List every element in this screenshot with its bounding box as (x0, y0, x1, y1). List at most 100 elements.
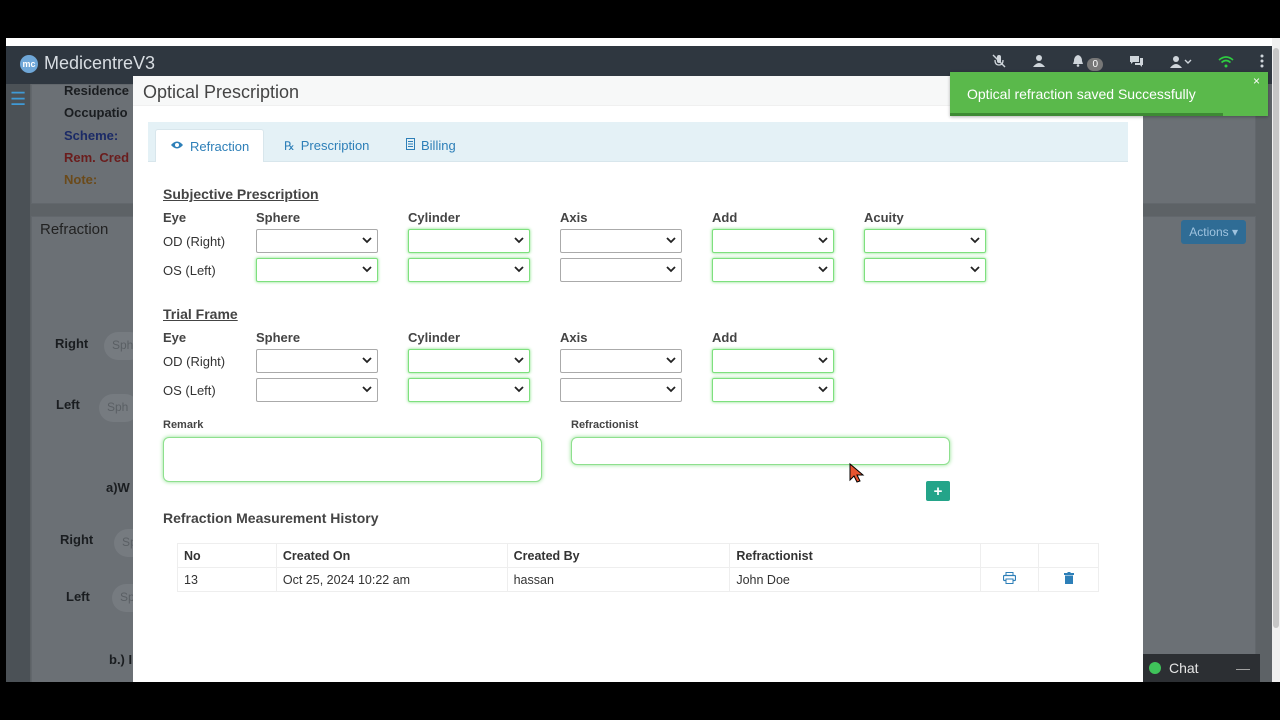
remark-label: Remark (163, 419, 204, 431)
col-refractionist: Refractionist (729, 543, 982, 568)
chevron-down-icon (514, 386, 524, 393)
more-vertical-icon[interactable] (1260, 54, 1264, 71)
cell-created-on: Oct 25, 2024 10:22 am (275, 567, 508, 592)
trash-icon[interactable] (1063, 572, 1074, 587)
chat-widget[interactable]: Chat — (1143, 654, 1260, 682)
document-icon (406, 138, 415, 153)
trial-frame-title: Trial Frame (163, 306, 238, 322)
subj-col-sphere: Sphere (256, 210, 301, 225)
header-icons: 0 (992, 54, 1264, 71)
tab-refraction[interactable]: Refraction (155, 129, 265, 162)
mute-mic-icon[interactable] (992, 54, 1006, 71)
print-cell (980, 567, 1040, 592)
chevron-down-icon (818, 386, 828, 393)
subj-od-axis-select[interactable] (560, 229, 682, 253)
chat-label: Chat (1169, 660, 1199, 676)
trial-os-sphere-select[interactable] (256, 378, 378, 402)
trial-od-sphere-select[interactable] (256, 349, 378, 373)
subj-os-cylinder-select[interactable] (408, 258, 530, 282)
cell-no: 13 (177, 567, 277, 592)
chat-bubbles-icon[interactable] (1129, 55, 1144, 71)
chevron-down-icon (666, 386, 676, 393)
trial-row-os: OS (Left) (163, 383, 216, 398)
eye-icon (170, 139, 184, 153)
remark-textarea[interactable] (163, 437, 542, 482)
subj-row-od: OD (Right) (163, 234, 226, 249)
brand[interactable]: mc MedicentreV3 (20, 53, 155, 74)
actions-button[interactable]: Actions ▾ (1181, 220, 1246, 244)
subj-od-add-select[interactable] (712, 229, 834, 253)
bg-note-label: Note: (64, 172, 98, 187)
tab-refraction-label: Refraction (190, 138, 250, 154)
chevron-down-icon (818, 357, 828, 364)
subj-col-cylinder: Cylinder (408, 210, 461, 225)
screen: mc MedicentreV3 0 ☰ Residence Occupatio … (0, 0, 1280, 720)
cell-created-by: hassan (506, 567, 731, 592)
trial-col-axis: Axis (560, 330, 588, 345)
rx-icon: ℞ (284, 138, 295, 153)
chevron-down-icon (514, 266, 524, 273)
subj-col-axis: Axis (560, 210, 588, 225)
subj-os-axis-select[interactable] (560, 258, 682, 282)
hamburger-menu-icon[interactable]: ☰ (10, 89, 26, 110)
page-scrollbar[interactable] (1272, 38, 1280, 682)
trial-od-add-select[interactable] (712, 349, 834, 373)
minimize-icon[interactable]: — (1236, 660, 1250, 676)
trial-os-cylinder-select[interactable] (408, 378, 530, 402)
bg-left-label-2: Left (66, 589, 90, 604)
bg-section-b: b.) I (109, 652, 133, 667)
trial-col-sphere: Sphere (256, 330, 301, 345)
history-header-row: No Created On Created By Refractionist (177, 543, 1099, 568)
bg-scheme-label: Scheme: (64, 128, 119, 143)
add-refraction-button[interactable]: + (926, 481, 950, 501)
table-row[interactable]: 13 Oct 25, 2024 10:22 am hassan John Doe (177, 567, 1099, 592)
user-badge-icon[interactable] (1032, 54, 1046, 71)
history-table: No Created On Created By Refractionist 1… (177, 543, 1099, 592)
wifi-icon (1218, 55, 1234, 71)
subj-os-sphere-select[interactable] (256, 258, 378, 282)
subj-col-acuity: Acuity (864, 210, 904, 225)
trial-od-cylinder-select[interactable] (408, 349, 530, 373)
tab-billing[interactable]: Billing (392, 129, 470, 162)
chevron-down-icon (970, 237, 980, 244)
close-icon[interactable]: × (1253, 74, 1260, 88)
subj-od-sphere-select[interactable] (256, 229, 378, 253)
cell-refractionist: John Doe (729, 567, 982, 592)
chevron-down-icon (818, 237, 828, 244)
mouse-cursor-icon (849, 462, 865, 483)
refractionist-input[interactable] (571, 437, 950, 465)
tab-billing-label: Billing (421, 138, 456, 153)
bg-rem-credit-label: Rem. Cred (64, 150, 130, 165)
chevron-down-icon (362, 386, 372, 393)
subj-os-add-select[interactable] (712, 258, 834, 282)
subjective-prescription-title: Subjective Prescription (163, 186, 319, 202)
bg-right-label: Right (55, 336, 89, 351)
chevron-down-icon (666, 266, 676, 273)
tab-prescription-label: Prescription (300, 138, 370, 153)
notifications-bell[interactable]: 0 (1072, 54, 1103, 71)
scrollbar-thumb[interactable] (1273, 48, 1279, 628)
chevron-down-icon (666, 357, 676, 364)
subj-os-acuity-select[interactable] (864, 258, 986, 282)
history-title: Refraction Measurement History (163, 510, 379, 526)
bg-right-label-2: Right (60, 532, 94, 547)
trial-col-add: Add (712, 330, 738, 345)
trial-os-add-select[interactable] (712, 378, 834, 402)
bg-residence-label: Residence (64, 83, 130, 98)
plus-icon: + (933, 482, 943, 500)
chevron-down-icon (362, 237, 372, 244)
trial-col-eye: Eye (163, 330, 187, 345)
tab-bar: Refraction ℞ Prescription Billing (148, 122, 1128, 162)
refractionist-label: Refractionist (571, 419, 639, 431)
user-menu-icon[interactable] (1170, 55, 1192, 71)
subj-od-acuity-select[interactable] (864, 229, 986, 253)
subj-od-cylinder-select[interactable] (408, 229, 530, 253)
trial-od-axis-select[interactable] (560, 349, 682, 373)
trial-row-od: OD (Right) (163, 354, 226, 369)
tab-prescription[interactable]: ℞ Prescription (270, 129, 383, 162)
trial-os-axis-select[interactable] (560, 378, 682, 402)
print-icon[interactable] (1002, 572, 1017, 587)
notifications-count: 0 (1087, 58, 1103, 71)
col-no: No (177, 543, 277, 568)
trial-col-cylinder: Cylinder (408, 330, 461, 345)
